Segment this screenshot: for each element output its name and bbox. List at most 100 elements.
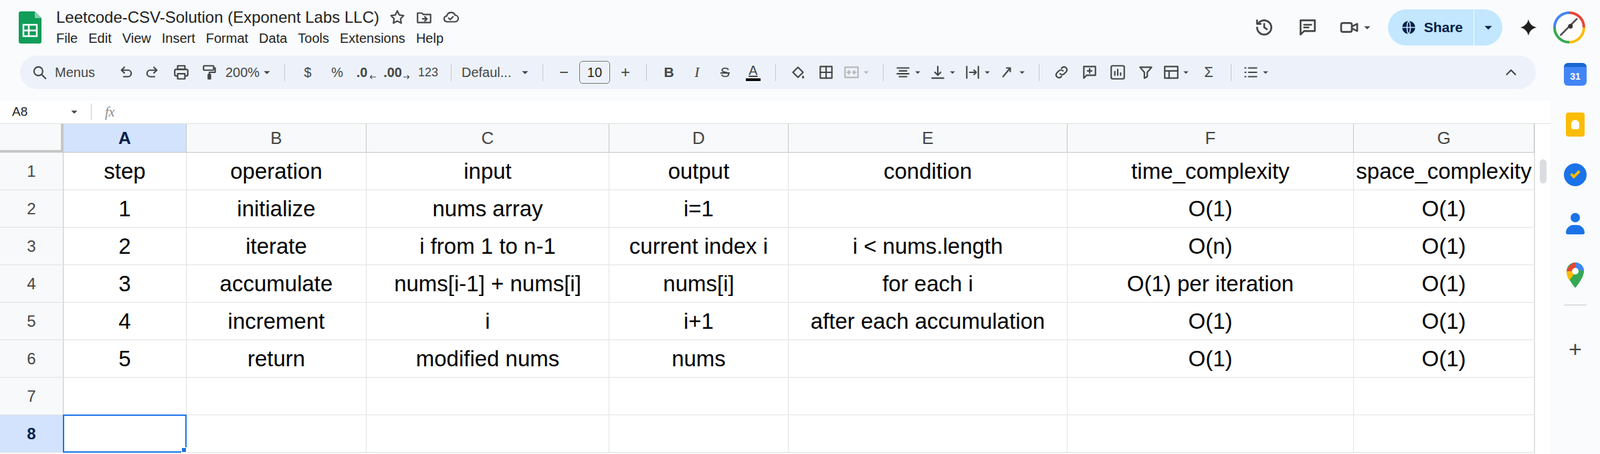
- redo-button[interactable]: [139, 58, 168, 86]
- scrollbar-thumb[interactable]: [1539, 159, 1547, 184]
- sheet-cell[interactable]: after each accumulation: [788, 302, 1068, 340]
- sheet-cell[interactable]: 4: [63, 302, 187, 340]
- sheet-cell[interactable]: i: [366, 302, 610, 340]
- decrease-decimals-button[interactable]: .0: [351, 58, 382, 86]
- column-header[interactable]: F: [1067, 123, 1354, 153]
- sheet-cell[interactable]: O(1): [1353, 227, 1535, 265]
- column-header[interactable]: A: [63, 123, 187, 153]
- text-rotation-button[interactable]: [995, 58, 1031, 86]
- sheet-cell[interactable]: accumulate: [186, 264, 367, 303]
- calendar-icon[interactable]: 31: [1563, 62, 1587, 86]
- insert-link-button[interactable]: [1047, 58, 1076, 86]
- italic-button[interactable]: I: [682, 58, 712, 86]
- maps-icon[interactable]: [1565, 262, 1586, 288]
- side-app[interactable]: [1563, 212, 1587, 238]
- font-select[interactable]: Defaul...: [459, 58, 535, 86]
- menu-item[interactable]: View: [117, 29, 157, 48]
- side-app[interactable]: [1565, 262, 1586, 288]
- sheet-cell[interactable]: space_complexity: [1353, 152, 1535, 190]
- sheet-cell[interactable]: nums[i]: [609, 264, 789, 303]
- row-header[interactable]: 2: [0, 189, 64, 228]
- sheet-cell[interactable]: current index i: [609, 227, 789, 265]
- insert-chart-button[interactable]: [1103, 58, 1132, 86]
- sheet-cell[interactable]: [1067, 414, 1354, 453]
- row-header[interactable]: 6: [0, 339, 64, 378]
- meet-video-icon[interactable]: [1338, 16, 1360, 39]
- sheet-cell[interactable]: 1: [63, 189, 187, 228]
- row-header[interactable]: 7: [0, 377, 64, 415]
- filter-views-button[interactable]: [1159, 58, 1195, 86]
- menu-item[interactable]: Edit: [82, 29, 117, 48]
- sheet-cell[interactable]: O(1): [1067, 189, 1354, 228]
- sheet-cell[interactable]: 5: [63, 339, 187, 378]
- sheets-logo-icon[interactable]: [18, 11, 42, 44]
- menu-item[interactable]: Data: [253, 29, 293, 48]
- strikethrough-button[interactable]: S: [711, 58, 740, 86]
- sheet-cell[interactable]: [788, 189, 1068, 228]
- gemini-sparkle-icon[interactable]: [1518, 17, 1539, 38]
- fill-color-button[interactable]: [783, 58, 813, 86]
- sheet-cell[interactable]: O(1): [1353, 189, 1535, 228]
- menu-item[interactable]: File: [56, 29, 83, 48]
- zoom-select[interactable]: 200%: [223, 58, 277, 86]
- sheet-cell[interactable]: O(1): [1067, 339, 1354, 378]
- sheet-cell[interactable]: initialize: [186, 189, 367, 228]
- paint-format-button[interactable]: [195, 58, 224, 86]
- column-header[interactable]: C: [366, 123, 610, 153]
- filter-button[interactable]: [1131, 58, 1160, 86]
- sheet-cell[interactable]: 2: [63, 227, 187, 265]
- row-header[interactable]: 8: [0, 414, 64, 453]
- side-app[interactable]: [1565, 111, 1585, 138]
- sheet-cell[interactable]: i+1: [609, 302, 789, 340]
- sheet-cell[interactable]: [788, 339, 1068, 378]
- meet-menu-caret-icon[interactable]: [1359, 20, 1375, 35]
- sheet-cell[interactable]: [609, 377, 789, 415]
- increase-decimals-button[interactable]: .00: [381, 58, 414, 86]
- sheet-cell[interactable]: [1067, 377, 1354, 415]
- document-title[interactable]: Leetcode-CSV-Solution (Exponent Labs LLC…: [56, 8, 380, 27]
- sheet-cell[interactable]: O(1): [1353, 264, 1535, 303]
- share-button[interactable]: Share: [1387, 9, 1503, 46]
- currency-button[interactable]: $: [292, 58, 323, 86]
- select-all-corner[interactable]: [0, 123, 64, 153]
- sheet-cell[interactable]: input: [366, 152, 610, 190]
- merge-cells-button[interactable]: [840, 58, 875, 86]
- fill-handle[interactable]: [181, 446, 187, 453]
- column-header[interactable]: E: [788, 123, 1068, 153]
- font-size-increase-button[interactable]: +: [612, 58, 639, 86]
- sheet-cell[interactable]: 3: [63, 264, 187, 303]
- sheet-cell[interactable]: i=1: [609, 189, 789, 228]
- sheet-cell[interactable]: nums: [609, 339, 789, 378]
- sheet-cell[interactable]: iterate: [186, 227, 367, 265]
- comments-icon[interactable]: [1296, 16, 1319, 39]
- sheet-cell[interactable]: output: [609, 152, 789, 190]
- sheet-cell[interactable]: [63, 377, 187, 415]
- sheet-cell[interactable]: [1353, 414, 1535, 453]
- menu-item[interactable]: Insert: [156, 29, 201, 48]
- sheet-cell[interactable]: [788, 377, 1068, 415]
- sheet-cell[interactable]: [63, 414, 187, 453]
- move-folder-icon[interactable]: [415, 8, 433, 27]
- sheet-cell[interactable]: nums[i-1] + nums[i]: [366, 264, 610, 303]
- font-size-decrease-button[interactable]: −: [551, 58, 577, 86]
- sheet-cell[interactable]: increment: [186, 302, 367, 340]
- sheet-cell[interactable]: for each i: [788, 264, 1068, 303]
- sheet-cell[interactable]: [788, 414, 1068, 453]
- menu-item[interactable]: Help: [410, 29, 449, 48]
- cloud-saved-icon[interactable]: [442, 8, 460, 27]
- sheet-cell[interactable]: nums array: [366, 189, 610, 228]
- sheet-cell[interactable]: O(n): [1067, 227, 1354, 265]
- row-header[interactable]: 3: [0, 227, 64, 265]
- sheet-cell[interactable]: [186, 414, 367, 453]
- functions-button[interactable]: Σ: [1194, 58, 1223, 86]
- row-header[interactable]: 1: [0, 152, 64, 190]
- menu-item[interactable]: Extensions: [334, 29, 411, 48]
- sheet-cell[interactable]: [1353, 377, 1535, 415]
- print-button[interactable]: [167, 58, 196, 86]
- percent-button[interactable]: %: [322, 58, 352, 86]
- more-formats-button[interactable]: [1239, 58, 1275, 86]
- sheet-cell[interactable]: O(1): [1353, 302, 1535, 340]
- tasks-icon[interactable]: [1563, 163, 1587, 186]
- insert-comment-button[interactable]: [1075, 58, 1104, 86]
- sheet-cell[interactable]: [609, 414, 789, 453]
